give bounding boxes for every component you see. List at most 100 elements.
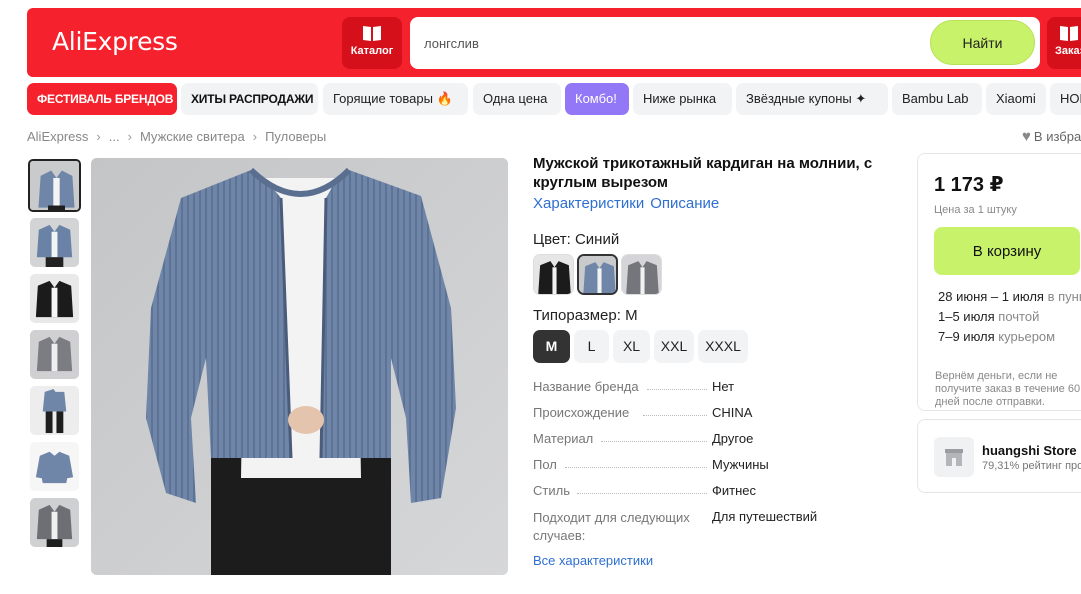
breadcrumb-subcategory[interactable]: Пуловеры [265, 129, 326, 144]
thumbnail-image [30, 498, 79, 547]
breadcrumb: AliExpress ›... › Мужские свитера › Пуловеры [27, 129, 326, 144]
search-button[interactable]: Найти [930, 20, 1035, 65]
spec-dots [643, 415, 707, 416]
color-swatch-black[interactable] [533, 254, 574, 295]
store-icon [934, 437, 974, 477]
spec-value: Фитнес [712, 483, 757, 498]
aliexpress-logo[interactable]: AliExpress [52, 27, 178, 56]
chip-one-price[interactable]: Одна цена [473, 83, 561, 115]
chip-bambu-lab[interactable]: Bambu Lab [892, 83, 982, 115]
spec-row: Стиль Фитнес [533, 483, 893, 503]
catalog-label: Каталог [350, 45, 394, 57]
thumbnail-image [30, 274, 79, 323]
chip-xiaomi[interactable]: Xiaomi [986, 83, 1046, 115]
spec-key: Стиль [533, 483, 570, 498]
spec-row: Подходит для следующих случаев: Для путе… [533, 509, 893, 545]
delivery-option[interactable]: 28 июня – 1 июля в пункт выдачи [938, 289, 1081, 304]
spec-row: Материал Другое [533, 431, 893, 451]
delivery-date: 7–9 июля [938, 329, 995, 344]
spec-value: Нет [712, 379, 735, 394]
thumbnail-image [30, 386, 79, 435]
price: 1 173 ₽ [934, 174, 1004, 196]
thumbnail-3[interactable] [30, 274, 79, 323]
size-option-l[interactable]: L [574, 330, 609, 363]
thumbnail-4[interactable] [30, 330, 79, 379]
thumbnail-5[interactable] [30, 386, 79, 435]
swatch-image [579, 256, 616, 293]
heart-icon: ♥ [1022, 128, 1031, 145]
favorite-button[interactable]: ♥В избранное [1022, 128, 1081, 145]
spec-dots [601, 441, 707, 442]
spec-key: Пол [533, 457, 557, 472]
refund-note: Вернём деньги, если не получите заказ в … [935, 370, 1081, 408]
delivery-date: 1–5 июля [938, 309, 995, 324]
add-to-cart-button[interactable]: В корзину [934, 227, 1080, 275]
chevron-right-icon: › [96, 129, 101, 144]
delivery-method: курьером [998, 329, 1056, 344]
spec-key: Материал [533, 431, 594, 446]
thumbnail-6[interactable] [30, 442, 79, 491]
color-swatch-grey[interactable] [621, 254, 662, 295]
thumbnail-1[interactable] [28, 159, 81, 212]
spec-value: CHINA [712, 405, 753, 420]
cardigan-photo [91, 158, 508, 575]
chip-combo[interactable]: Комбо! [565, 83, 629, 115]
price-per-unit: Цена за 1 штуку [934, 204, 1017, 216]
chevron-right-icon: › [252, 129, 258, 144]
delivery-option[interactable]: 7–9 июля курьером [938, 329, 1055, 344]
swatch-image [622, 255, 661, 294]
chip-brand-festival[interactable]: ФЕСТИВАЛЬ БРЕНДОВ [27, 83, 177, 115]
spec-dots [647, 389, 707, 390]
store-rating: 79,31% рейтинг продавца [982, 460, 1081, 472]
thumbnail-7[interactable] [30, 498, 79, 547]
product-title: Мужской трикотажный кардиган на молнии, … [533, 155, 873, 191]
store-name: huangshi Store [982, 443, 1077, 458]
spec-dots [577, 493, 707, 494]
orders-button[interactable]: Заказы [1047, 17, 1081, 69]
all-specs-link[interactable]: Все характеристики [533, 553, 653, 568]
chip-star-coupons[interactable]: Звёздные купоны ✦ [736, 83, 888, 115]
product-main-image[interactable] [91, 158, 508, 575]
orders-label: Заказы [1055, 45, 1081, 57]
thumbnail-image [30, 161, 79, 210]
delivery-option[interactable]: 1–5 июля почтой [938, 309, 1039, 324]
orders-icon [1060, 26, 1078, 41]
spec-row: Происхождение CHINA [533, 405, 893, 425]
search-box: Найти [410, 17, 1040, 69]
catalog-button[interactable]: Каталог [342, 17, 402, 69]
shop-icon [945, 449, 963, 466]
spec-value: Для путешествий [712, 509, 818, 524]
spec-key: Происхождение [533, 405, 630, 420]
color-swatch-blue[interactable] [577, 254, 618, 295]
chip-honor[interactable]: HONOR [1050, 83, 1081, 115]
thumbnail-image [30, 442, 79, 491]
spec-key: Подходит для следующих случаев: [533, 510, 690, 543]
store-card[interactable]: huangshi Store 79,31% рейтинг продавца [917, 419, 1081, 493]
breadcrumb-ellipsis[interactable]: ... [109, 129, 120, 144]
size-option-xxxl[interactable]: XXXL [698, 330, 748, 363]
product-links: Характеристики Описание [533, 195, 725, 212]
chip-below-market[interactable]: Ниже рынка [633, 83, 732, 115]
purchase-card: 1 173 ₽ Цена за 1 штуку В корзину 28 июн… [917, 153, 1081, 411]
spec-dots [565, 467, 707, 468]
spec-value: Другое [712, 431, 754, 446]
breadcrumb-home[interactable]: AliExpress [27, 129, 88, 144]
thumbnail-2[interactable] [30, 218, 79, 267]
size-label: Типоразмер: M [533, 307, 638, 324]
top-header: AliExpress Каталог Найти Заказы [27, 8, 1081, 77]
chip-hot-items[interactable]: Горящие товары 🔥 [323, 83, 468, 115]
book-icon [363, 26, 381, 41]
size-option-m[interactable]: M [533, 330, 570, 363]
chip-sale-hits[interactable]: ХИТЫ РАСПРОДАЖИ [181, 83, 318, 115]
search-input[interactable] [424, 17, 904, 69]
spec-row: Пол Мужчины [533, 457, 893, 477]
favorite-label: В избранное [1033, 129, 1081, 144]
delivery-method: почтой [998, 309, 1040, 324]
description-link[interactable]: Описание [650, 195, 719, 212]
thumbnail-image [30, 218, 79, 267]
specs-link[interactable]: Характеристики [533, 195, 644, 212]
color-label: Цвет: Синий [533, 231, 620, 248]
breadcrumb-category[interactable]: Мужские свитера [140, 129, 245, 144]
size-option-xl[interactable]: XL [613, 330, 650, 363]
size-option-xxl[interactable]: XXL [654, 330, 694, 363]
